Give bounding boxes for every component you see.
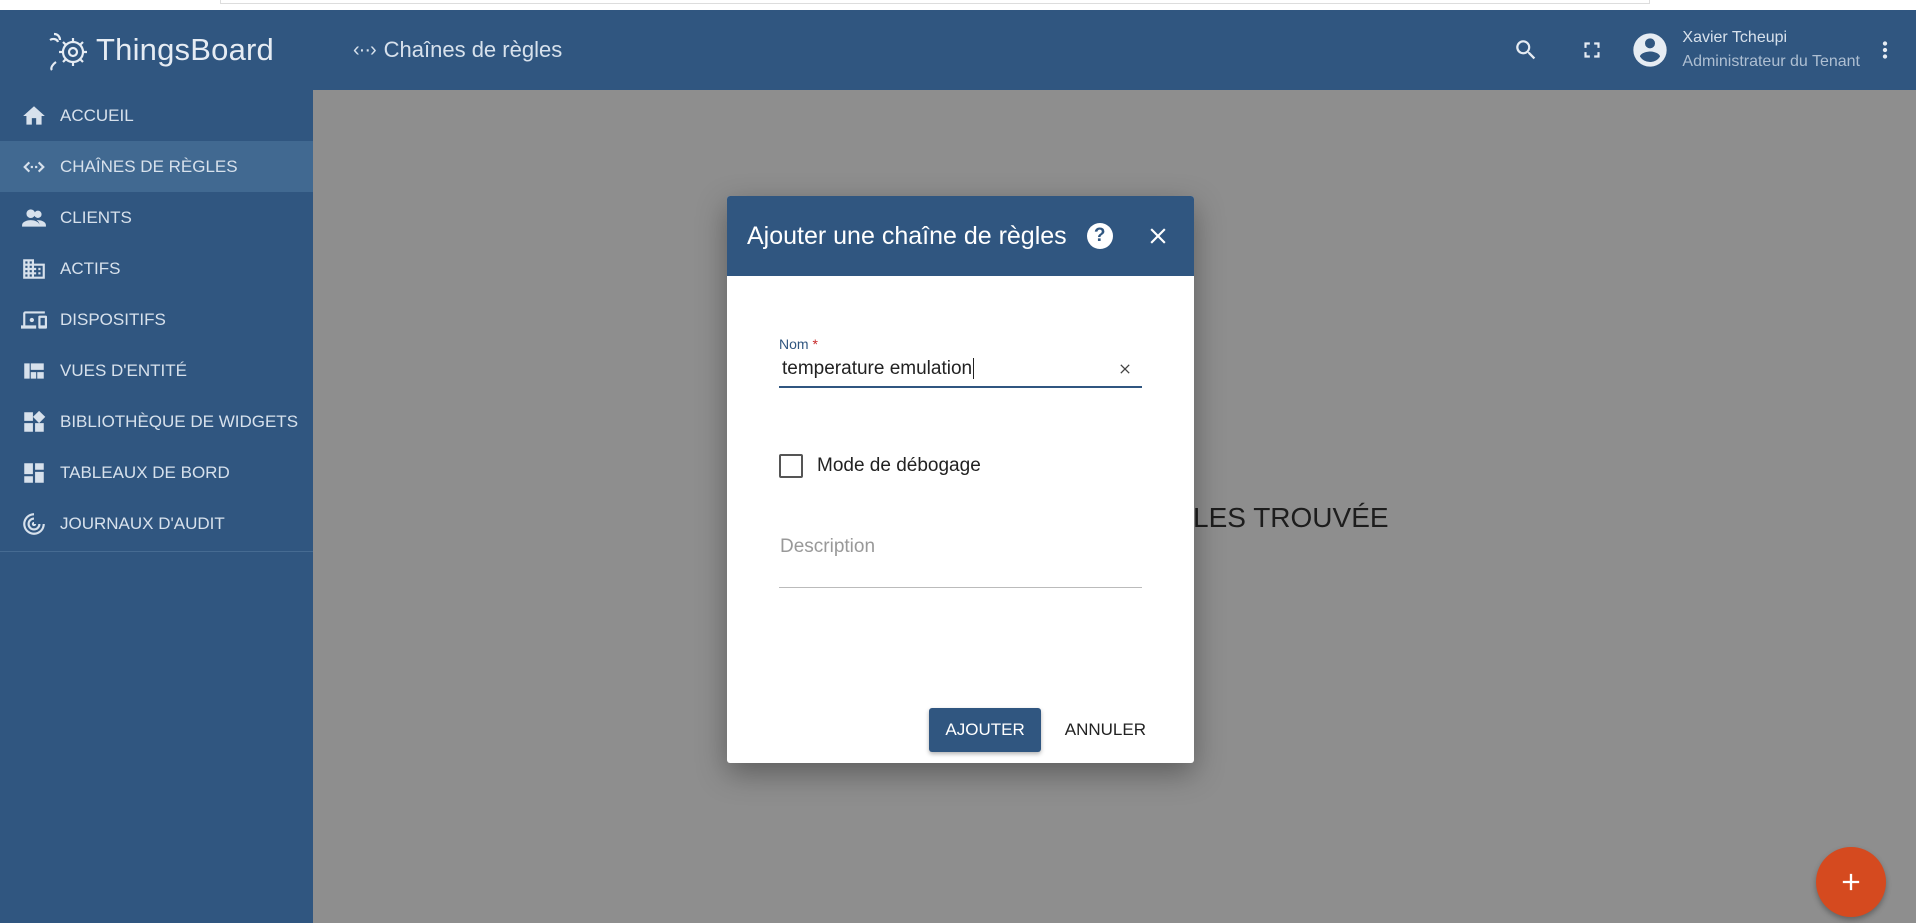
assets-icon [20,255,48,283]
audit-logs-icon [20,510,48,538]
sidebar-item-dispositifs[interactable]: DISPOSITIFS [0,294,313,345]
logo-text: ThingsBoard [96,32,274,67]
more-vert-icon [1882,41,1888,59]
more-menu-button[interactable] [1870,30,1900,70]
debug-mode-label: Mode de débogage [817,455,981,476]
dialog-header: Ajouter une chaîne de règles ? [727,196,1194,276]
sidebar-item-label: CLIENTS [60,207,132,227]
user-menu[interactable]: Xavier Tcheupi Administrateur du Tenant [1630,29,1860,71]
clients-icon [20,204,48,232]
close-icon[interactable] [1144,222,1172,250]
sidebar-item-label: VUES D'ENTITÉ [60,360,187,380]
browser-url-strip [0,0,1916,10]
dialog-title: Ajouter une chaîne de règles [747,221,1067,250]
rule-chains-breadcrumb-icon: ‹··› [353,38,377,61]
logo[interactable]: ThingsBoard [0,10,313,90]
top-actions: Xavier Tcheupi Administrateur du Tenant [1506,29,1916,71]
sidebar-item-label: ACCUEIL [60,105,134,125]
search-icon [1516,40,1536,60]
name-label: Nom * [779,336,818,352]
devices-icon [20,306,48,334]
sidebar-item-clients[interactable]: CLIENTS [0,192,313,243]
add-button[interactable]: AJOUTER [929,708,1041,752]
add-rule-chain-dialog: Ajouter une chaîne de règles ? Nom * tem… [727,196,1194,763]
address-bar[interactable] [220,0,1650,4]
description-textarea[interactable]: Description [779,532,1142,588]
sidebar-item-widgets-library[interactable]: BIBLIOTHÈQUE DE WIDGETS [0,396,313,447]
sidebar: ThingsBoard ACCUEIL CHAÎNES DE RÈGLES CL… [0,10,313,923]
debug-mode-checkbox[interactable] [779,454,803,478]
required-mark: * [812,336,818,352]
thingsboard-logo-icon [49,32,87,71]
sidebar-item-audit-logs[interactable]: JOURNAUX D'AUDIT [0,498,313,549]
sidebar-nav: ACCUEIL CHAÎNES DE RÈGLES CLIENTS ACTIFS… [0,90,313,549]
sidebar-item-rule-chains[interactable]: CHAÎNES DE RÈGLES [0,141,313,192]
sidebar-item-label: ACTIFS [60,258,121,278]
user-role: Administrateur du Tenant [1682,53,1860,70]
home-icon [20,102,48,130]
account-circle-icon [1633,33,1668,67]
dialog-actions: AJOUTER ANNULER [727,708,1194,752]
name-input[interactable]: temperature emulation [779,358,1114,380]
widgets-library-icon [20,408,48,436]
sidebar-item-label: BIBLIOTHÈQUE DE WIDGETS [60,411,299,431]
sidebar-item-accueil[interactable]: ACCUEIL [0,90,313,141]
name-field: Nom * temperature emulation [779,336,1142,388]
sidebar-item-label: TABLEAUX DE BORD [60,462,230,482]
sidebar-item-dashboards[interactable]: TABLEAUX DE BORD [0,447,313,498]
top-bar: ‹··› Chaînes de règles Xavier Tcheupi Ad… [313,10,1916,90]
text-caret [973,358,975,380]
sidebar-item-label: JOURNAUX D'AUDIT [60,513,225,533]
plus-icon [1842,873,1860,891]
search-button[interactable] [1506,30,1546,70]
sidebar-item-entity-views[interactable]: VUES D'ENTITÉ [0,345,313,396]
avatar [1630,30,1670,70]
fullscreen-button[interactable] [1572,30,1612,70]
entity-views-icon [20,357,48,385]
description-field: Description [779,532,1142,588]
sidebar-item-label: CHAÎNES DE RÈGLES [60,156,238,176]
rule-chains-icon [20,153,48,181]
user-info: Xavier Tcheupi Administrateur du Tenant [1682,29,1860,71]
fullscreen-icon [1584,42,1600,58]
clear-icon[interactable] [1114,358,1136,380]
dashboards-icon [20,459,48,487]
cancel-button[interactable]: ANNULER [1051,708,1160,752]
sidebar-item-actifs[interactable]: ACTIFS [0,243,313,294]
debug-mode-checkbox-row[interactable]: Mode de débogage [779,454,981,478]
add-rule-chain-fab[interactable] [1816,847,1886,917]
breadcrumb[interactable]: ‹··› Chaînes de règles [353,37,562,63]
help-icon[interactable]: ? [1086,223,1113,249]
breadcrumb-label: Chaînes de règles [383,37,563,62]
user-name: Xavier Tcheupi [1682,29,1788,46]
sidebar-divider [0,551,313,552]
sidebar-item-label: DISPOSITIFS [60,309,166,329]
name-input-row: temperature emulation [779,352,1142,388]
